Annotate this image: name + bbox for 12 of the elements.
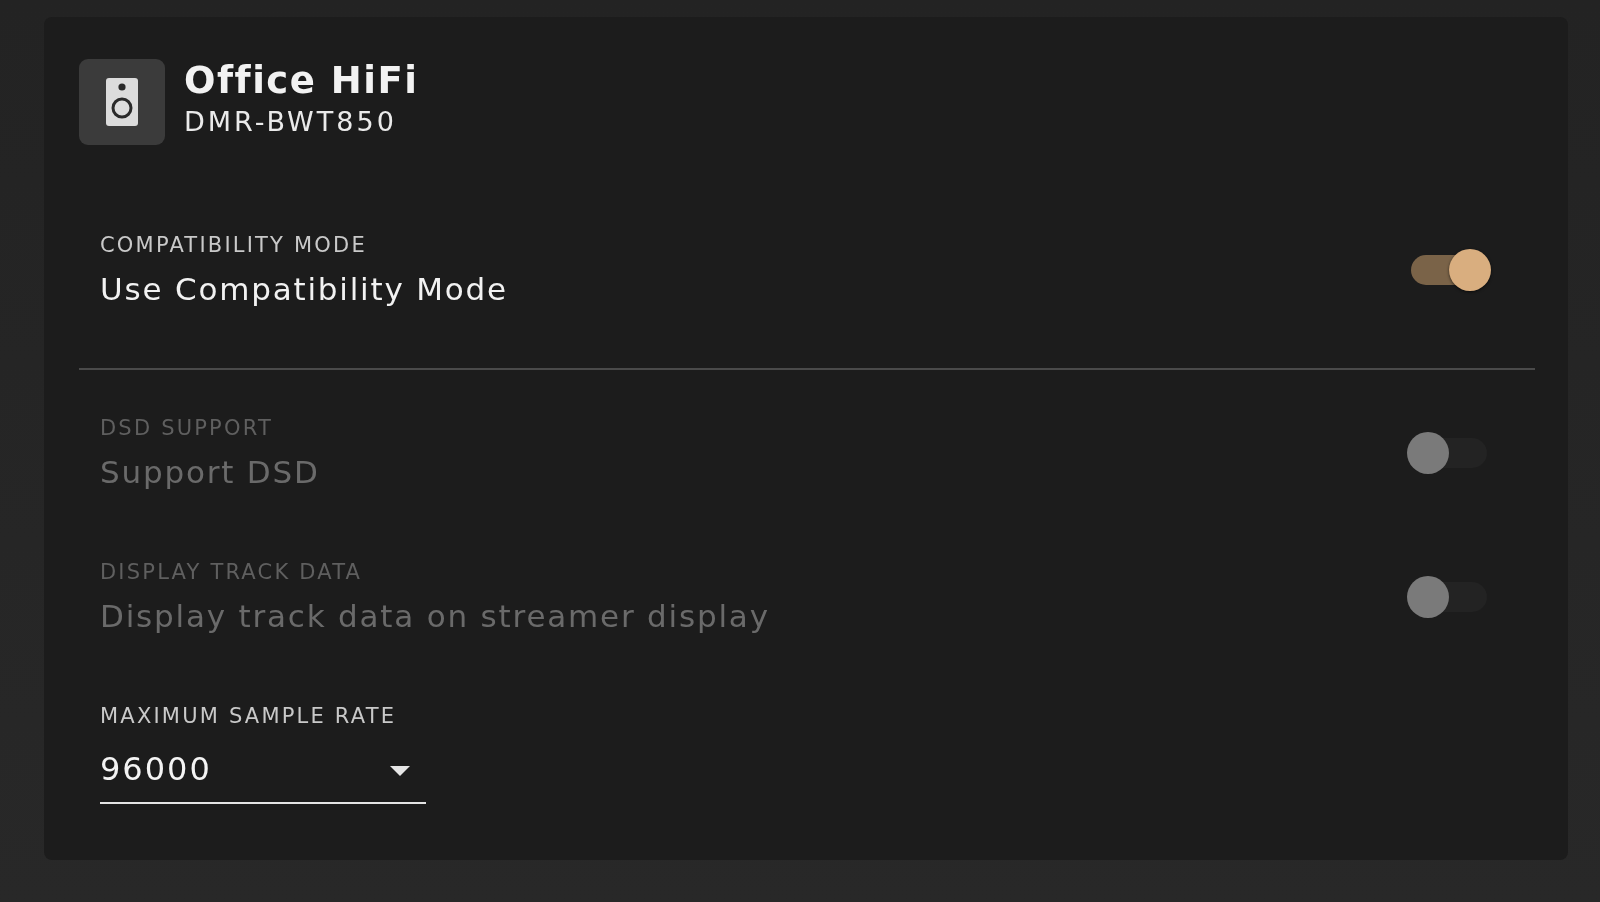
setting-description: Support DSD xyxy=(100,454,320,490)
device-name: Office HiFi xyxy=(184,59,419,103)
setting-label: COMPATIBILITY MODE xyxy=(100,233,367,257)
setting-description: Use Compatibility Mode xyxy=(100,271,508,307)
caret-icon xyxy=(390,766,410,776)
setting-description: Display track data on streamer display xyxy=(100,598,770,634)
device-model: DMR-BWT850 xyxy=(184,105,397,139)
speaker-icon xyxy=(79,59,165,145)
sample-rate-dropdown[interactable]: 96000 xyxy=(100,750,426,804)
setting-label: DSD SUPPORT xyxy=(100,416,273,440)
setting-label: DISPLAY TRACK DATA xyxy=(100,560,363,584)
setting-label: MAXIMUM SAMPLE RATE xyxy=(100,704,397,728)
